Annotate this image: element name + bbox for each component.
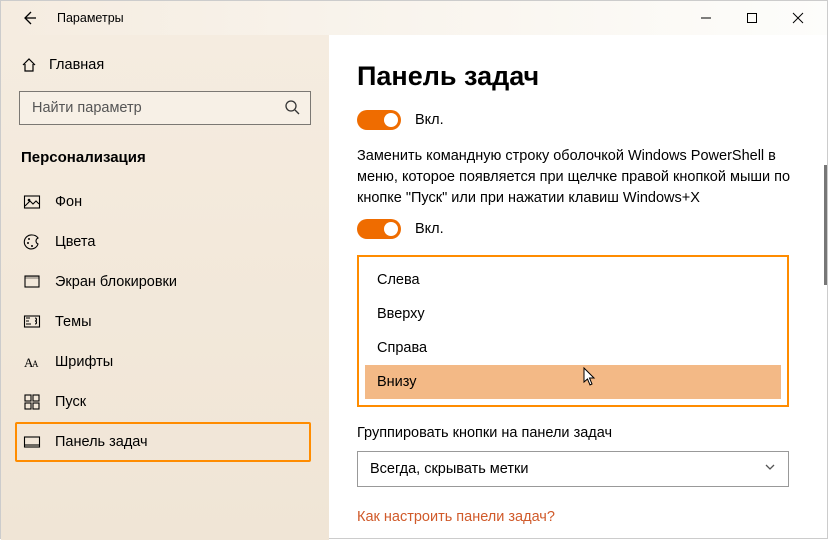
group-buttons-combobox[interactable]: Всегда, скрывать метки — [357, 451, 789, 487]
picture-icon — [23, 193, 55, 211]
dropdown-option-label: Справа — [377, 340, 427, 356]
scrollbar-track[interactable] — [824, 35, 827, 540]
sidebar-item-fonts[interactable]: AA Шрифты — [19, 342, 311, 382]
toggle-taskbar-enabled-row: Вкл. — [357, 110, 801, 130]
maximize-button[interactable] — [729, 2, 775, 34]
dropdown-option-right[interactable]: Справа — [365, 331, 781, 365]
sidebar-item-themes[interactable]: Темы — [19, 302, 311, 342]
search-input[interactable] — [30, 99, 284, 117]
group-buttons-value: Всегда, скрывать метки — [370, 461, 528, 477]
taskbar-icon — [23, 433, 55, 451]
sidebar-item-lockscreen[interactable]: Экран блокировки — [19, 262, 311, 302]
sidebar-item-label: Панель задач — [55, 434, 148, 450]
sidebar-item-taskbar[interactable]: Панель задач — [15, 422, 311, 462]
sidebar-item-label: Темы — [55, 314, 92, 330]
lockscreen-icon — [23, 273, 55, 291]
toggle-powershell-row: Вкл. — [357, 219, 801, 239]
search-icon — [284, 99, 300, 118]
help-link[interactable]: Как настроить панели задач? — [357, 509, 801, 525]
sidebar-item-start[interactable]: Пуск — [19, 382, 311, 422]
chevron-down-icon — [764, 461, 776, 477]
dropdown-option-label: Внизу — [377, 374, 417, 390]
powershell-description: Заменить командную строку оболочкой Wind… — [357, 146, 807, 209]
nav-home-label: Главная — [49, 57, 104, 73]
toggle-powershell-label: Вкл. — [415, 221, 444, 237]
home-icon — [21, 57, 49, 73]
dropdown-option-label: Слева — [377, 272, 420, 288]
palette-icon — [23, 233, 55, 251]
titlebar: Параметры — [1, 1, 827, 35]
themes-icon — [23, 313, 55, 331]
close-button[interactable] — [775, 2, 821, 34]
sidebar-item-background[interactable]: Фон — [19, 182, 311, 222]
sidebar-item-label: Шрифты — [55, 354, 113, 370]
dropdown-option-label: Вверху — [377, 306, 425, 322]
sidebar-item-label: Фон — [55, 194, 82, 210]
toggle-powershell[interactable] — [357, 219, 401, 239]
cursor-icon — [583, 367, 597, 387]
dropdown-listbox: Слева Вверху Справа Внизу — [365, 263, 781, 399]
toggle-taskbar-enabled[interactable] — [357, 110, 401, 130]
taskbar-position-dropdown: Слева Вверху Справа Внизу — [357, 255, 789, 407]
search-box[interactable] — [19, 91, 311, 125]
sidebar-item-label: Пуск — [55, 394, 86, 410]
toggle-taskbar-enabled-label: Вкл. — [415, 112, 444, 128]
nav-home[interactable]: Главная — [19, 47, 311, 91]
page-title: Панель задач — [357, 61, 801, 92]
sidebar-item-label: Экран блокировки — [55, 274, 177, 290]
svg-text:A: A — [32, 359, 39, 369]
dropdown-option-bottom[interactable]: Внизу — [365, 365, 781, 399]
scrollbar-thumb[interactable] — [824, 165, 827, 285]
minimize-button[interactable] — [683, 2, 729, 34]
window-title: Параметры — [57, 11, 124, 25]
start-icon — [23, 393, 55, 411]
group-buttons-label: Группировать кнопки на панели задач — [357, 425, 801, 441]
sidebar-item-colors[interactable]: Цвета — [19, 222, 311, 262]
sidebar: Главная Персонализация Фон Цвета Э — [1, 35, 329, 540]
sidebar-section-title: Персонализация — [21, 149, 311, 166]
dropdown-option-top[interactable]: Вверху — [365, 297, 781, 331]
dropdown-option-left[interactable]: Слева — [365, 263, 781, 297]
fonts-icon: AA — [23, 353, 55, 371]
content-area: Панель задач Вкл. Заменить командную стр… — [329, 35, 827, 540]
sidebar-item-label: Цвета — [55, 234, 95, 250]
back-button[interactable] — [13, 2, 45, 34]
